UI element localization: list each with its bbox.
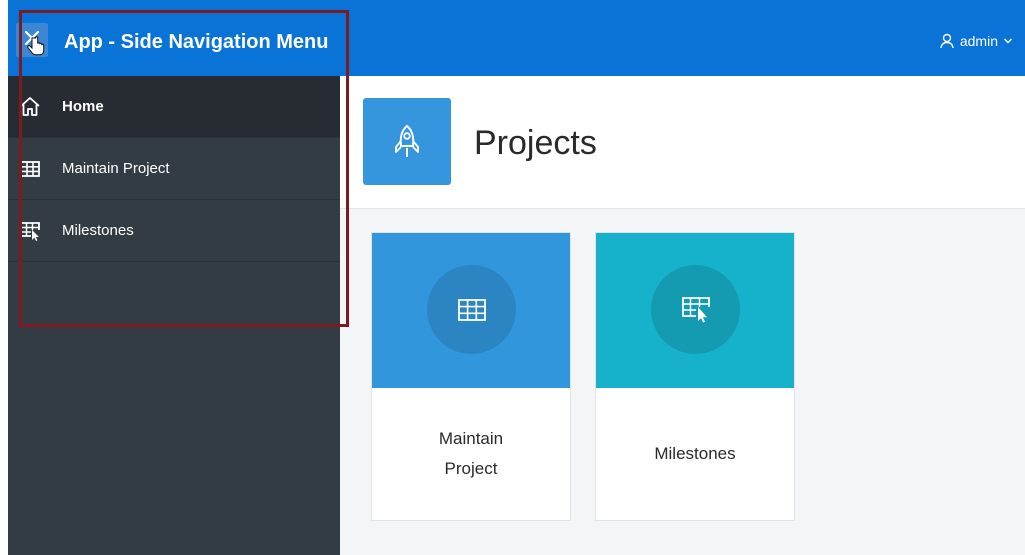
- sidebar-item-home[interactable]: Home: [8, 76, 340, 138]
- sidebar-item-label: Milestones: [62, 222, 134, 239]
- card-label: Maintain Project: [438, 429, 504, 478]
- menu-toggle-button[interactable]: [16, 23, 48, 57]
- sidebar-item-maintain-project[interactable]: Maintain Project: [8, 138, 340, 200]
- card-label: Milestones: [654, 444, 736, 463]
- home-icon: [18, 95, 42, 119]
- table-pointer-icon: [18, 219, 42, 243]
- page-frame: App - Side Navigation Menu admin Home Ma…: [8, 0, 1025, 555]
- card-header: [596, 233, 794, 388]
- card-milestones[interactable]: Milestones: [595, 232, 795, 521]
- close-icon: [24, 30, 45, 56]
- card-header: [372, 233, 570, 388]
- card-icon-circle: [427, 265, 516, 354]
- rocket-icon: [395, 124, 419, 157]
- sidebar-item-milestones[interactable]: Milestones: [8, 200, 340, 262]
- card-icon-circle: [651, 265, 740, 354]
- page-icon-tile: [363, 98, 451, 185]
- chevron-down-icon: [1004, 38, 1012, 44]
- main-content: Projects Maintain Project Milestones: [340, 76, 1025, 555]
- user-menu[interactable]: admin: [939, 33, 1013, 49]
- table-icon: [18, 157, 42, 181]
- side-navigation: Home Maintain Project Milestones: [8, 76, 340, 555]
- page-title: Projects: [474, 124, 597, 162]
- user-name: admin: [959, 33, 998, 49]
- page-hero: Projects: [340, 76, 1025, 209]
- table-icon: [457, 298, 486, 321]
- top-header: App - Side Navigation Menu admin: [8, 0, 1025, 76]
- sidebar-item-label: Home: [62, 98, 104, 115]
- sidebar-item-label: Maintain Project: [62, 160, 170, 177]
- card-maintain-project[interactable]: Maintain Project: [371, 232, 571, 521]
- user-icon: [940, 33, 954, 49]
- table-pointer-icon: [681, 296, 710, 323]
- app-title[interactable]: App - Side Navigation Menu: [64, 31, 328, 54]
